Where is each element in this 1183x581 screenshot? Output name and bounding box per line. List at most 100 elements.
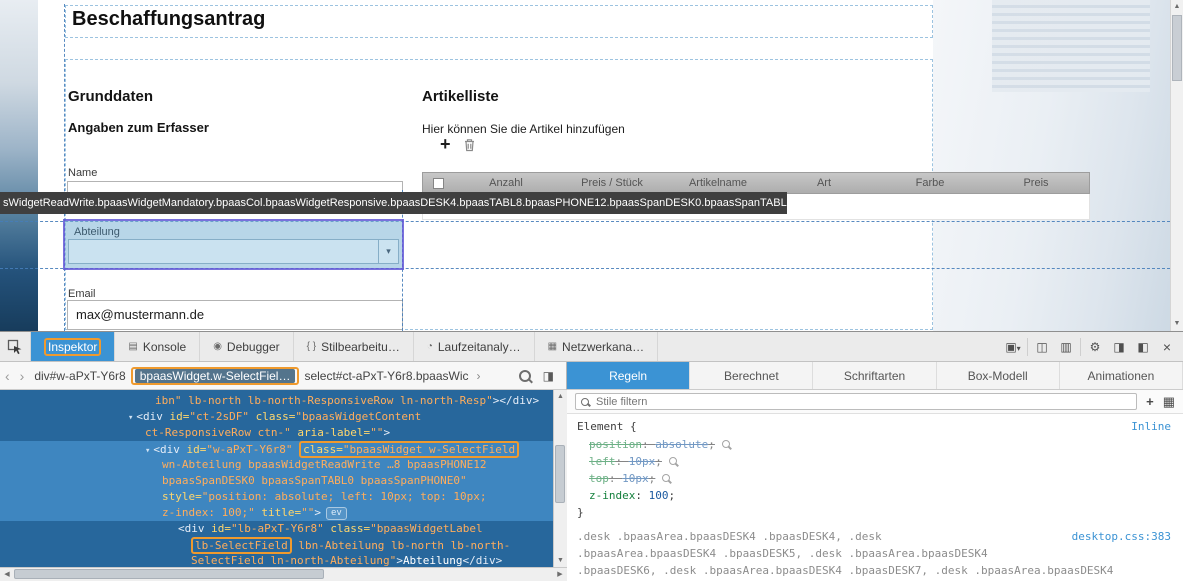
abteilung-select[interactable]: ▾	[68, 239, 399, 264]
tab-network-label: Netzwerkana…	[562, 340, 644, 354]
tab-inspector[interactable]: Inspektor	[31, 332, 115, 361]
markup-line-selected[interactable]: ▾<div id="w-aPxT-Y6r8" class="bpaasWidge…	[0, 441, 553, 457]
breadcrumb-item-div[interactable]: div#w-aPxT-Y6r8	[29, 369, 130, 383]
markup-token: wn-Abteilung bpaasWidgetReadWrite …8 bpa…	[162, 458, 487, 471]
breadcrumb-back-icon[interactable]: ‹	[0, 368, 15, 384]
tab-style-editor[interactable]: { } Stilbearbeitu…	[294, 332, 414, 361]
email-input[interactable]: max@mustermann.de	[67, 300, 403, 330]
markup-token: >	[396, 554, 403, 567]
scroll-up-icon[interactable]: ▲	[554, 390, 567, 403]
tab-animations[interactable]: Animationen	[1060, 362, 1183, 389]
markup-token: ></div>	[493, 394, 539, 407]
annotation-box-inspector: Inspektor	[44, 338, 101, 356]
property-name[interactable]: position	[589, 438, 655, 451]
tab-style-editor-label: Stilbearbeitu…	[321, 340, 400, 354]
css-property-overridden[interactable]: left10px	[577, 453, 1173, 470]
open-brace: {	[630, 420, 637, 433]
css-property-overridden[interactable]: top10px	[577, 470, 1173, 487]
split-console-icon[interactable]: ◫	[1030, 340, 1054, 354]
breadcrumb-item-selected[interactable]: bpaasWidget.w-SelectFiel…	[135, 369, 296, 383]
property-value[interactable]: 100	[649, 489, 676, 502]
settings-icon[interactable]: ⚙	[1083, 340, 1107, 354]
breadcrumb-forward-icon[interactable]: ›	[15, 368, 30, 384]
tab-rules[interactable]: Regeln	[567, 362, 690, 389]
markup-line[interactable]: ibn" lb-north lb-north-ResponsiveRow ln-…	[0, 393, 553, 409]
markup-line[interactable]: <div id="lb-aPxT-Y6r8" class="bpaasWidge…	[0, 521, 553, 537]
tab-network[interactable]: ▦ Netzwerkana…	[535, 332, 658, 361]
markup-line-selected[interactable]: z-index: 100;" title="">ev	[0, 505, 553, 521]
breadcrumb-item-select[interactable]: select#ct-aPxT-Y6r8.bpaasWic	[299, 369, 473, 383]
close-icon[interactable]: ×	[1155, 339, 1179, 355]
css-selector-line[interactable]: .desk .bpaasArea.bpaasDESK4 .bpaasDESK4,…	[577, 528, 1173, 545]
markup-line[interactable]: ct-ResponsiveRow ctn-" aria-label="">	[0, 425, 553, 441]
markup-line-selected[interactable]: wn-Abteilung bpaasWidgetReadWrite …8 bpa…	[0, 457, 553, 473]
scrollbar-thumb[interactable]	[555, 445, 565, 503]
add-article-button[interactable]: +	[440, 134, 451, 155]
css-property-overridden[interactable]: positionabsolute	[577, 436, 1173, 453]
markup-line[interactable]: ▾<div id="ct-2sDF" class="bpaasWidgetCon…	[0, 409, 553, 425]
expand-arrow-icon[interactable]: ▾	[145, 446, 150, 456]
artikelliste-hint: Hier können Sie die Artikel hinzufügen	[422, 122, 625, 136]
dock-select-icon[interactable]: ▣▾	[1001, 340, 1025, 354]
tab-console[interactable]: ▤ Konsole	[115, 332, 200, 361]
markup-vertical-scrollbar[interactable]: ▲ ▼	[553, 390, 567, 567]
selector-text[interactable]: .desk .bpaasArea.bpaasDESK4 .bpaasDESK4,…	[577, 530, 882, 543]
markup-line[interactable]: SelectField ln-north-Abteilung">Abteilun…	[0, 553, 553, 567]
search-icon[interactable]	[519, 370, 531, 382]
scroll-left-icon[interactable]: ◀	[0, 568, 14, 581]
tab-fonts[interactable]: Schriftarten	[813, 362, 936, 389]
markup-token: "bpaasWidgetContent	[295, 410, 421, 423]
event-badge[interactable]: ev	[326, 507, 347, 520]
dock-side-icon[interactable]: ◧	[1131, 340, 1155, 354]
pseudo-class-toggle-icon[interactable]: ▦	[1163, 394, 1175, 410]
element-picker-icon	[7, 339, 23, 355]
scroll-down-icon[interactable]: ▼	[1171, 317, 1183, 331]
css-property[interactable]: z-index100	[577, 487, 1173, 504]
markup-line-selected[interactable]: bpaasSpanDESK0 bpaasSpanTABL0 bpaasSpanP…	[0, 473, 553, 489]
property-value[interactable]: 10px	[629, 455, 662, 468]
tab-debugger[interactable]: ◉ Debugger	[200, 332, 293, 361]
markup-token: ""	[301, 506, 314, 519]
dock-bottom-icon[interactable]: ◨	[1107, 340, 1131, 354]
rule-element[interactable]: Element { Inline	[577, 418, 1173, 435]
highlighter-guide-bottom	[0, 268, 1170, 269]
scroll-down-icon[interactable]: ▼	[554, 554, 567, 567]
markup-horizontal-scrollbar[interactable]: ◀ ▶	[0, 567, 567, 581]
scrollbar-thumb[interactable]	[14, 569, 324, 579]
abteilung-select-widget[interactable]: Abteilung ▾	[65, 221, 402, 268]
chevron-right-icon: ›	[474, 369, 484, 383]
scroll-up-icon[interactable]: ▲	[1171, 0, 1183, 14]
rule-source-inline[interactable]: Inline	[1131, 418, 1171, 435]
add-rule-icon[interactable]: +	[1146, 394, 1154, 409]
tab-performance[interactable]: ◔ Laufzeitanaly…	[414, 332, 535, 361]
debugger-icon: ◉	[213, 341, 222, 352]
element-picker-button[interactable]	[0, 332, 31, 361]
css-selector-line[interactable]: .bpaasArea.bpaasDESK4 .bpaasDESK5, .desk…	[577, 545, 1173, 562]
page-scrollbar-thumb[interactable]	[1172, 15, 1182, 81]
property-value[interactable]: 10px	[622, 472, 655, 485]
search-property-icon[interactable]	[722, 440, 730, 448]
property-name[interactable]: z-index	[589, 489, 649, 502]
rule-selector[interactable]: Element	[577, 420, 623, 433]
css-selector-line[interactable]: .bpaasDESK6, .desk .bpaasArea.bpaasDESK4…	[577, 562, 1173, 579]
markup-line[interactable]: lb-SelectField lbn-Abteilung lb-north lb…	[0, 537, 553, 553]
stylesheet-source-link[interactable]: desktop.css:383	[1072, 528, 1171, 545]
select-all-checkbox[interactable]	[433, 178, 444, 189]
scroll-right-icon[interactable]: ▶	[553, 568, 567, 581]
property-value[interactable]: absolute	[655, 438, 715, 451]
page-scrollbar[interactable]: ▲ ▼	[1170, 0, 1183, 331]
delete-article-button[interactable]	[463, 138, 476, 157]
property-name[interactable]: top	[589, 472, 622, 485]
responsive-mode-icon[interactable]: ▥	[1054, 340, 1078, 354]
property-name[interactable]: left	[589, 455, 629, 468]
markup-line-selected[interactable]: style="position: absolute; left: 10px; t…	[0, 489, 553, 505]
sidebar-toggle-icon[interactable]: ◨	[543, 369, 554, 383]
style-filter-input[interactable]	[594, 395, 1131, 409]
search-property-icon[interactable]	[669, 457, 677, 465]
expand-arrow-icon[interactable]: ▾	[128, 413, 133, 423]
search-property-icon[interactable]	[662, 474, 670, 482]
dropdown-arrow-icon[interactable]: ▾	[378, 240, 398, 263]
tab-box-model[interactable]: Box-Modell	[937, 362, 1060, 389]
tab-computed[interactable]: Berechnet	[690, 362, 813, 389]
breadcrumb-bar: ‹ › div#w-aPxT-Y6r8 bpaasWidget.w-Select…	[0, 362, 567, 390]
